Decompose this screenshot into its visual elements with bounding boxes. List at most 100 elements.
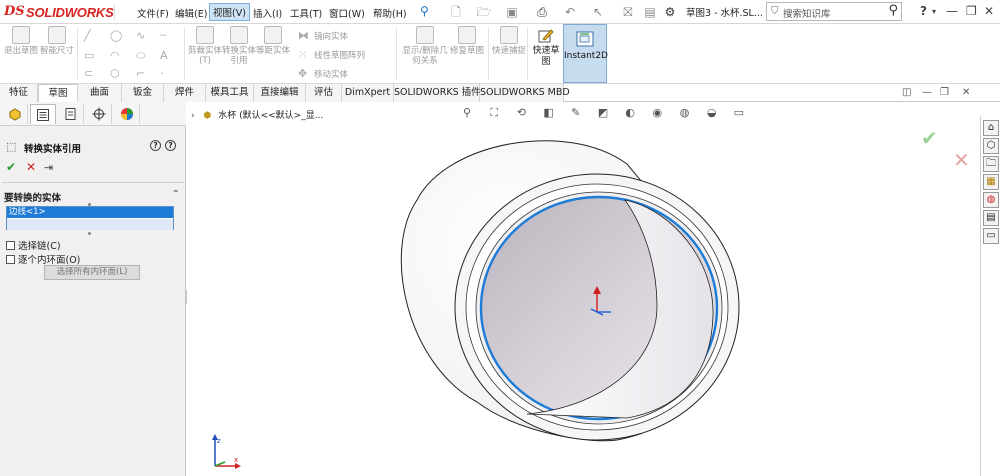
tab-sheet-metal[interactable]: 钣金	[122, 84, 164, 102]
select-all-inner-loops-button[interactable]: 选择所有内环面(L)	[44, 265, 140, 280]
circle-icon[interactable]: ◯	[110, 30, 122, 42]
design-library-icon[interactable]: ▦	[983, 174, 999, 190]
spline-icon[interactable]: ∿	[136, 30, 148, 42]
custom-properties-icon[interactable]: ▤	[983, 210, 999, 226]
undo-icon[interactable]: ↶	[562, 4, 578, 20]
file-properties-icon[interactable]: ▤	[642, 4, 658, 20]
tab-weldments[interactable]: 焊件	[164, 84, 206, 102]
exit-sketch-button[interactable]: 退出草图	[4, 26, 38, 56]
dimxpert-manager-tab[interactable]	[86, 104, 112, 124]
search-icon[interactable]: ⚲	[888, 3, 898, 18]
file-explorer-icon[interactable]: 🗀	[983, 156, 999, 172]
quick-sketch-button[interactable]: 快速草图	[530, 28, 562, 68]
offset-label: 等距实体	[256, 46, 291, 56]
detailed-help-icon[interactable]: ?	[165, 140, 176, 151]
menu-file[interactable]: 文件(F)	[135, 5, 171, 21]
menu-help[interactable]: 帮助(H)	[371, 5, 409, 21]
rebuild-icon[interactable]: ⛝	[620, 4, 636, 20]
menu-insert[interactable]: 插入(I)	[251, 5, 284, 21]
help-question-icon[interactable]: ?	[920, 4, 927, 18]
ok-check-icon[interactable]: ✔	[6, 160, 16, 174]
menu-view[interactable]: 视图(V)	[209, 3, 250, 21]
smart-dimension-button[interactable]: 智能尺寸	[40, 26, 74, 56]
solidworks-logo[interactable]: DS SOLIDWORKS	[4, 4, 115, 20]
save-icon[interactable]: ▣	[504, 4, 520, 20]
reference-triad-icon[interactable]: z x	[207, 432, 243, 472]
resize-handle-icon[interactable]	[88, 232, 91, 235]
repair-sketch-button[interactable]: 修复草图	[450, 26, 484, 56]
feature-manager-tab[interactable]	[2, 104, 28, 124]
tile-icon[interactable]: ◫	[902, 87, 911, 98]
inner-loops-checkbox[interactable]: 逐个内环面(O)	[6, 252, 80, 266]
tab-direct-editing[interactable]: 直接编辑	[254, 84, 306, 102]
display-delete-relations-button[interactable]: 显示/删除几何关系	[402, 26, 448, 66]
divider	[488, 28, 489, 80]
linear-pattern-icon: ⁙	[298, 48, 308, 61]
convert-entities-button[interactable]: 转换实体引用	[222, 26, 256, 66]
print-icon[interactable]: ⎙	[534, 4, 550, 20]
menu-window[interactable]: 窗口(W)	[327, 5, 367, 21]
trim-entities-button[interactable]: 剪裁实体(T)	[188, 26, 222, 66]
configuration-manager-tab[interactable]	[58, 104, 84, 124]
search-box[interactable]: ⛉ 搜索知识库 ⚲	[766, 2, 902, 21]
list-item[interactable]: 边线<1>	[7, 207, 173, 218]
checkbox-box[interactable]	[6, 255, 15, 264]
tab-mold-tools[interactable]: 模具工具	[206, 84, 254, 102]
tab-sketch[interactable]: 草图	[38, 84, 78, 102]
appearances-icon[interactable]: ◍	[983, 192, 999, 208]
tab-solidworks-addins[interactable]: SOLIDWORKS 插件	[394, 84, 481, 102]
property-manager-tab[interactable]	[30, 104, 56, 124]
tab-features[interactable]: 特征	[0, 84, 38, 102]
instant2d-button[interactable]: Instant2D	[563, 24, 608, 83]
resources-icon[interactable]: ⬡	[983, 138, 999, 154]
arc-icon[interactable]: ◠	[110, 50, 122, 62]
tab-evaluate[interactable]: 评估	[306, 84, 342, 102]
mirror-entities-button[interactable]: 镜向实体	[314, 30, 348, 42]
viewport-minimize-icon[interactable]: —	[922, 87, 932, 98]
checkbox-box[interactable]	[6, 241, 15, 250]
fillet-icon[interactable]: ⌐	[136, 68, 148, 80]
rectangle-icon[interactable]: ▭	[84, 50, 96, 62]
rapid-snap-button[interactable]: 快速捕捉	[492, 26, 526, 56]
chevron-up-icon[interactable]: ⌃	[172, 189, 180, 200]
options-gear-icon[interactable]: ⚙	[662, 4, 678, 20]
point-icon[interactable]: ·	[160, 68, 172, 80]
text-icon[interactable]: A	[160, 50, 172, 62]
linear-pattern-button[interactable]: 线性草图阵列	[314, 49, 365, 61]
menu-edit[interactable]: 编辑(E)	[173, 5, 209, 21]
entities-to-convert-list[interactable]: 边线<1>	[6, 206, 174, 230]
restore-icon[interactable]: ❐	[966, 4, 977, 18]
minimize-icon[interactable]: —	[946, 4, 958, 18]
viewport-close-icon[interactable]: ✕	[962, 87, 970, 98]
viewport-restore-icon[interactable]: ❐	[940, 87, 949, 98]
offset-entities-button[interactable]: 等距实体	[256, 26, 290, 56]
new-document-icon[interactable]: 🗋	[448, 4, 464, 20]
help-dropdown-icon[interactable]: ▾	[932, 7, 936, 16]
open-icon[interactable]: 🗁	[476, 4, 492, 20]
logo-text: SOLIDWORKS	[26, 5, 114, 20]
tab-dimxpert[interactable]: DimXpert	[342, 84, 394, 102]
move-entities-button[interactable]: 移动实体	[314, 68, 348, 80]
tab-surfaces[interactable]: 曲面	[78, 84, 122, 102]
select-chain-checkbox[interactable]: 选择链(C)	[6, 238, 61, 252]
pin-menu-icon[interactable]: ⚲	[420, 4, 429, 18]
manager-tabs	[0, 102, 186, 126]
pushpin-icon[interactable]: ⇥	[44, 161, 53, 174]
display-manager-tab[interactable]	[114, 104, 140, 124]
forum-icon[interactable]: ▭	[983, 228, 999, 244]
polygon-icon[interactable]: ⬡	[110, 68, 122, 80]
ellipse-icon[interactable]: ⬭	[136, 50, 148, 62]
dash-icon[interactable]: ┄	[160, 30, 172, 42]
entities-section-header[interactable]: 要转换的实体 ⌃	[0, 188, 186, 204]
cup-model[interactable]	[187, 102, 980, 476]
line-icon[interactable]: ╱	[84, 30, 96, 42]
select-icon[interactable]: ↖	[590, 4, 606, 20]
cancel-x-icon[interactable]: ✕	[26, 160, 36, 174]
close-icon[interactable]: ✕	[984, 4, 994, 18]
help-icon[interactable]: ?	[150, 140, 161, 151]
graphics-area[interactable]: › ⬢ 水杯 (默认<<默认>_显... ⚲ ⛶ ⟲ ◧ ✎ ◩ ◐ ◉ ◍ ◒…	[187, 102, 980, 476]
slot-icon[interactable]: ⊂	[84, 68, 96, 80]
home-icon[interactable]: ⌂	[983, 120, 999, 136]
menu-tools[interactable]: 工具(T)	[288, 5, 324, 21]
tab-solidworks-mbd[interactable]: SOLIDWORKS MBD	[480, 84, 570, 102]
